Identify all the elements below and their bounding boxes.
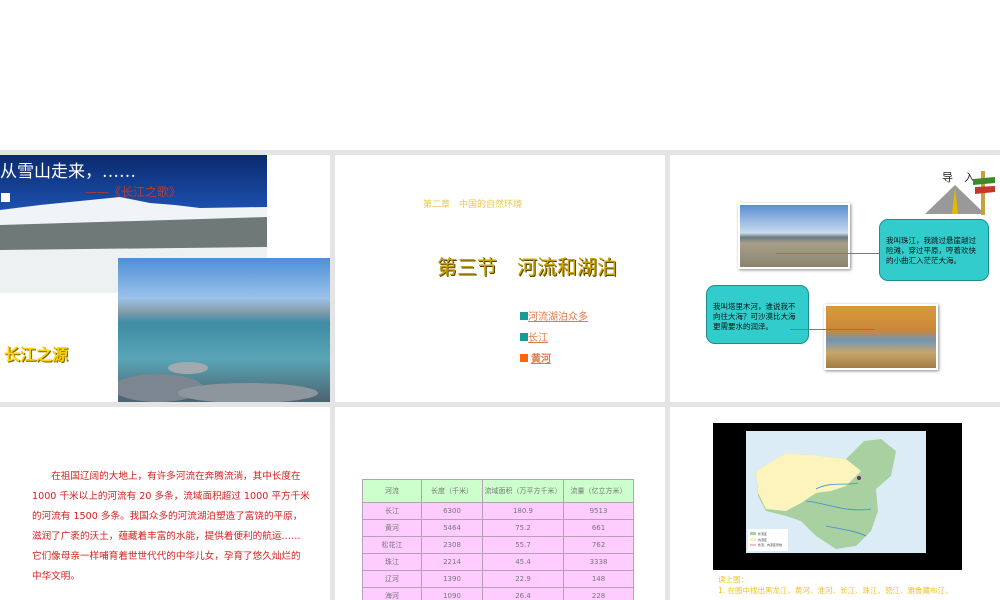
column-header: 河流 [362,479,422,503]
signpost-road-icon [925,171,995,215]
lake-photo [118,258,330,402]
slide-sorter-grid: 从雪山走来，…… ——《长江之歌》 长江之源 第二章 中国的自然环境 第三节 河… [0,150,1000,600]
table-cell: 26.4 [482,587,564,600]
table-cell: 3338 [563,553,634,571]
svg-text:外流、内流区界线: 外流、内流区界线 [758,542,782,547]
table-header-row: 河流 长度（千米） 流域面积（万平方千米） 流量（亿立方米） [362,479,634,503]
slide-4-thumbnail[interactable]: 在祖国辽阔的大地上，有许多河流在奔腾流淌，其中长度在 1000 千米以上的河流有… [0,407,330,600]
slide-3-thumbnail[interactable]: 导 入 我叫珠江，我跳过悬崖越过险滩，穿过平原，哼着欢快的小曲汇入茫茫大海。 我… [670,155,1000,402]
topic-link-huanghe[interactable]: 黄河 [520,349,588,370]
table-row: 长江 6300 180.9 9513 [362,502,634,520]
table-cell: 148 [563,570,634,588]
poem-line: 从雪山走来，…… [0,162,136,182]
small-icon [1,193,10,202]
question-item-1: 1. 在图中找出黑龙江、黄河、淮河、长江、珠江、怒江、雅鲁藏布江、 [718,586,953,595]
zhujiang-speech-bubble: 我叫珠江，我跳过悬崖越过险滩，穿过平原，哼着欢快的小曲汇入茫茫大海。 [879,219,989,281]
table-cell: 661 [563,519,634,537]
table-row: 辽河 1390 22.9 148 [362,570,634,588]
column-header: 流量（亿立方米） [563,479,634,503]
chapter-title: 第二章 中国的自然环境 [423,200,523,210]
rivers-table: 河流 长度（千米） 流域面积（万平方千米） 流量（亿立方米） 长江 6300 180… [362,479,634,600]
slide-2-thumbnail[interactable]: 第二章 中国的自然环境 第三节 河流和湖泊 河流湖泊众多 长江 黄河 [335,155,665,402]
beijing-marker [857,476,861,480]
table-cell: 2214 [421,553,483,571]
blank-area [0,0,1000,150]
table-cell: 1090 [421,587,483,600]
question-text: 读上图： 1. 在图中找出黑龙江、黄河、淮河、长江、珠江、怒江、雅鲁藏布江、 [718,574,953,596]
svg-text:内流区: 内流区 [758,537,767,542]
zhujiang-photo [738,203,850,269]
table-cell: 1390 [421,570,483,588]
map-frame: 外流区 内流区 外流、内流区界线 [713,423,962,570]
bullet-square-icon [520,354,528,362]
slide-1-thumbnail[interactable]: 从雪山走来，…… ——《长江之歌》 长江之源 [0,155,330,402]
topic-link-changjiang[interactable]: 长江 [520,328,588,349]
tarim-speech-bubble: 我叫塔里木河，谁说我不向往大海？可沙漠比大海更需要水的润泽。 [706,285,809,344]
table-cell: 珠江 [362,553,422,571]
table-row: 黄河 5464 75.2 661 [362,519,634,537]
intro-paragraph: 在祖国辽阔的大地上，有许多河流在奔腾流淌，其中长度在 1000 千米以上的河流有… [32,471,310,582]
slide-6-thumbnail[interactable]: 外流区 内流区 外流、内流区界线 读上图： 1. 在图中找出黑龙江、黄河、淮河、… [670,407,1000,600]
tarim-river-photo [824,304,938,370]
table-cell: 180.9 [482,502,564,520]
connector-line [790,329,875,330]
svg-text:外流区: 外流区 [758,531,767,536]
table-row: 松花江 2308 55.7 762 [362,536,634,554]
table-cell: 黄河 [362,519,422,537]
table-cell: 22.9 [482,570,564,588]
question-prompt: 读上图： [718,575,748,584]
table-row: 海河 1090 26.4 228 [362,587,634,600]
table-cell: 228 [563,587,634,600]
table-row: 珠江 2214 45.4 3338 [362,553,634,571]
slide-caption: 长江之源 [4,345,69,364]
slide-5-thumbnail[interactable]: 河流 长度（千米） 流域面积（万平方千米） 流量（亿立方米） 长江 6300 180… [335,407,665,600]
bullet-square-icon [520,312,528,320]
table-cell: 6300 [421,502,483,520]
poem-attribution: ——《长江之歌》 [85,185,182,199]
table-cell: 9513 [563,502,634,520]
column-header: 长度（千米） [421,479,483,503]
china-rivers-map: 外流区 内流区 外流、内流区界线 [746,431,926,553]
table-cell: 辽河 [362,570,422,588]
table-cell: 5464 [421,519,483,537]
table-cell: 松花江 [362,536,422,554]
bullet-square-icon [520,333,528,341]
table-cell: 762 [563,536,634,554]
table-cell: 长江 [362,502,422,520]
table-cell: 55.7 [482,536,564,554]
connector-line [776,253,886,254]
table-cell: 海河 [362,587,422,600]
table-cell: 45.4 [482,553,564,571]
topic-link-rivers-lakes[interactable]: 河流湖泊众多 [520,307,588,328]
table-cell: 75.2 [482,519,564,537]
topic-links: 河流湖泊众多 长江 黄河 [520,307,588,370]
column-header: 流域面积（万平方千米） [482,479,564,503]
section-title: 第三节 河流和湖泊 [437,255,617,279]
table-cell: 2308 [421,536,483,554]
